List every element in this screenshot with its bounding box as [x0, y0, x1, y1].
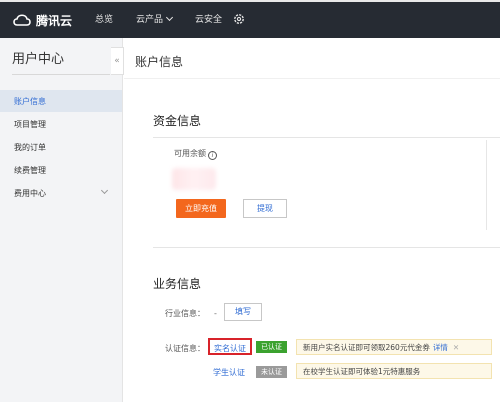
chevron-down-icon: [165, 13, 174, 22]
industry-label: 行业信息：: [165, 309, 205, 318]
top-navigation-bar: 腾讯云 总览 云产品 云安全: [0, 0, 500, 38]
nav-overview-label: 总览: [95, 15, 114, 25]
balance-amount-blurred: [172, 168, 216, 190]
fund-card-border: [486, 140, 487, 230]
cert-label: 认证信息：: [165, 344, 205, 353]
chevron-down-icon: [100, 186, 109, 195]
student-notice: 在校学生认证即可体验1元特惠服务: [296, 363, 492, 379]
sidebar-title: 用户中心: [12, 52, 65, 67]
info-icon[interactable]: i: [208, 151, 217, 160]
withdraw-button[interactable]: 提现: [243, 199, 287, 218]
realname-notice: 新用户实名认证即可领取260元代金券 详情 ✕: [296, 339, 492, 355]
nav-products-label: 云产品: [136, 15, 164, 25]
sidebar-item-label: 续费管理: [14, 166, 46, 175]
notice-details-link[interactable]: 详情: [433, 343, 448, 352]
sidebar-item-label: 我的订单: [14, 143, 46, 152]
sidebar-item-label: 费用中心: [14, 189, 46, 198]
brand-name: 腾讯云: [36, 13, 73, 28]
title-divider: [124, 78, 500, 79]
sidebar-divider: [12, 74, 110, 75]
sidebar-item-account-info[interactable]: 账户信息: [0, 90, 122, 112]
fill-industry-button[interactable]: 填写: [224, 303, 262, 321]
student-cert-link[interactable]: 学生认证: [213, 367, 245, 378]
realname-cert-link[interactable]: 实名认证: [208, 338, 252, 355]
cloud-icon: [13, 14, 31, 26]
sidebar-item-label: 账户信息: [14, 97, 46, 106]
industry-value: -: [214, 309, 217, 318]
student-notice-text: 在校学生认证即可体验1元特惠服务: [303, 367, 421, 376]
nav-products[interactable]: 云产品: [136, 12, 174, 25]
section-divider: [153, 247, 500, 248]
nav-security[interactable]: 云安全: [195, 12, 222, 25]
nav-security-label: 云安全: [195, 15, 223, 25]
sidebar-item-projects[interactable]: 项目管理: [0, 113, 122, 135]
fund-section-title: 资金信息: [153, 114, 202, 128]
status-badge-verified: 已认证: [256, 341, 287, 353]
nav-overview[interactable]: 总览: [95, 12, 113, 25]
balance-label: 可用余额: [174, 149, 206, 158]
business-section-title: 业务信息: [153, 277, 202, 291]
top-border: [0, 0, 500, 2]
status-badge-unverified: 未认证: [256, 366, 287, 378]
sidebar-item-billing[interactable]: 费用中心: [0, 182, 122, 204]
sidebar-item-orders[interactable]: 我的订单: [0, 136, 122, 158]
close-icon[interactable]: ✕: [453, 343, 459, 352]
brand-logo[interactable]: 腾讯云: [12, 10, 72, 30]
page-title: 账户信息: [135, 55, 184, 69]
fund-divider: [153, 137, 500, 138]
sidebar: 用户中心 账户信息 项目管理 我的订单 续费管理 费用中心: [0, 38, 123, 402]
gear-icon[interactable]: [232, 12, 246, 26]
balance-label-row: 可用余额 i: [174, 148, 217, 160]
sidebar-collapse-button[interactable]: «: [111, 47, 124, 75]
chevron-left-icon: «: [114, 56, 120, 66]
realname-notice-text: 新用户实名认证即可领取260元代金券: [303, 343, 430, 352]
recharge-button[interactable]: 立即充值: [176, 199, 226, 218]
sidebar-item-renewal[interactable]: 续费管理: [0, 159, 122, 181]
sidebar-item-label: 项目管理: [14, 120, 46, 129]
